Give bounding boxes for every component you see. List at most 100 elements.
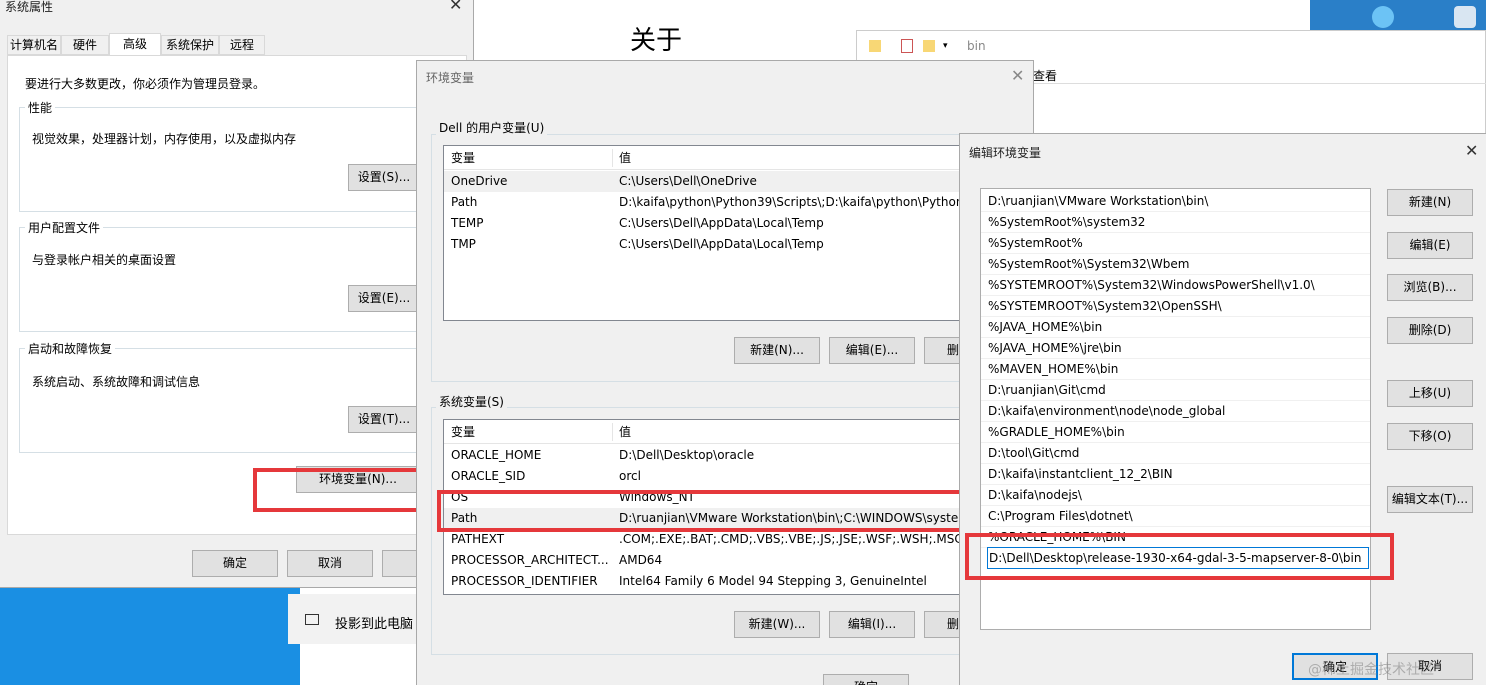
desktop-icon-app (1454, 6, 1476, 28)
list-item[interactable]: %SystemRoot%\System32\Wbem (981, 254, 1370, 275)
tab-panel: 要进行大多数更改，你必须作为管理员登录。 性能 视觉效果，处理器计划，内存使用，… (7, 55, 467, 535)
list-item[interactable]: %JAVA_HOME%\bin (981, 317, 1370, 338)
row-name: PROCESSOR_IDENTIFIER (451, 574, 598, 588)
project-label: 投影到此电脑 (335, 617, 414, 632)
tab-remote[interactable]: 远程 (219, 35, 265, 55)
table-row[interactable]: OneDrive C:\Users\Dell\OneDrive (444, 171, 1012, 192)
env-vars-ok-button[interactable]: 确定 (823, 674, 909, 685)
desktop-icon-globe (1372, 6, 1394, 28)
col-var-header[interactable]: 变量 (451, 146, 475, 170)
list-item[interactable]: D:\kaifa\environment\node\node_global (981, 401, 1370, 422)
row-value: C:\Users\Dell\OneDrive (619, 174, 757, 188)
system-vars-header: 变量 值 (444, 420, 1012, 444)
table-row[interactable]: PROCESSOR_IDENTIFIER Intel64 Family 6 Mod… (444, 571, 1012, 592)
row-value: C:\Users\Dell\AppData\Local\Temp (619, 237, 824, 251)
row-value: D:\Dell\Desktop\oracle (619, 448, 755, 462)
user-edit-button[interactable]: 编辑(E)... (829, 337, 915, 364)
environment-variables-dialog: 环境变量 ✕ Dell 的用户变量(U) 变量 值 OneDrive C:\Use… (416, 60, 1034, 685)
close-icon[interactable]: ✕ (1465, 143, 1478, 159)
system-new-button[interactable]: 新建(W)... (734, 611, 820, 638)
table-row[interactable]: TMP C:\Users\Dell\AppData\Local\Temp (444, 234, 1012, 255)
edit-env-title: 编辑环境变量 (969, 146, 1042, 160)
user-vars-header: 变量 值 (444, 146, 1012, 170)
sys-props-title: 系统属性 (5, 0, 54, 14)
user-new-button[interactable]: 新建(N)... (734, 337, 820, 364)
list-item[interactable]: D:\tool\Git\cmd (981, 443, 1370, 464)
close-icon[interactable]: ✕ (449, 0, 462, 13)
project-to-pc-item[interactable]: 投影到此电脑 (288, 594, 428, 644)
edit-edit-button[interactable]: 编辑(E) (1387, 232, 1473, 259)
edit-new-button[interactable]: 新建(N) (1387, 189, 1473, 216)
user-profile-settings-button[interactable]: 设置(E)... (348, 285, 420, 312)
col-val-header[interactable]: 值 (619, 420, 631, 444)
watermark: @稀土掘金技术社区 (1308, 662, 1434, 678)
user-vars-table[interactable]: 变量 值 OneDrive C:\Users\Dell\OneDrive Path… (443, 145, 1013, 321)
highlight-new-path (965, 533, 1394, 580)
startup-recovery-desc: 系统启动、系统故障和调试信息 (32, 375, 201, 389)
properties-icon (901, 39, 913, 53)
list-item[interactable]: %SystemRoot%\system32 (981, 212, 1370, 233)
table-row[interactable]: ORACLE_SID orcl (444, 466, 1012, 487)
table-row[interactable]: Path D:\kaifa\python\Python39\Scripts\;D:… (444, 192, 1012, 213)
list-item[interactable]: D:\kaifa\instantclient_12_2\BIN (981, 464, 1370, 485)
table-row[interactable]: PATHEXT .COM;.EXE;.BAT;.CMD;.VBS;.VBE;.JS… (444, 529, 1012, 550)
about-heading: 关于 (630, 26, 683, 56)
table-row[interactable]: PROCESSOR_ARCHITECT... AMD64 (444, 550, 1012, 571)
list-item[interactable]: %SYSTEMROOT%\System32\WindowsPowerShell\… (981, 275, 1370, 296)
table-row[interactable]: ORACLE_HOME D:\Dell\Desktop\oracle (444, 445, 1012, 466)
dropdown-icon[interactable]: ▾ (943, 41, 948, 51)
move-down-button[interactable]: 下移(O) (1387, 423, 1473, 450)
sys-props-ok-button[interactable]: 确定 (192, 550, 278, 577)
highlight-path-row (437, 490, 979, 532)
folder-icon (869, 40, 881, 52)
user-vars-label: Dell 的用户变量(U) (436, 119, 548, 136)
list-item[interactable]: %SystemRoot% (981, 233, 1370, 254)
sys-props-cancel-button[interactable]: 取消 (287, 550, 373, 577)
row-name: ORACLE_SID (451, 469, 526, 483)
row-value: Intel64 Family 6 Model 94 Stepping 3, Ge… (619, 574, 927, 588)
table-row[interactable]: TEMP C:\Users\Dell\AppData\Local\Temp (444, 213, 1012, 234)
row-name: Path (451, 195, 478, 209)
row-value: D:\kaifa\python\Python39\Scripts\;D:\kai… (619, 195, 979, 209)
edit-browse-button[interactable]: 浏览(B)... (1387, 274, 1473, 301)
close-icon[interactable]: ✕ (1011, 68, 1024, 84)
list-item[interactable]: C:\Program Files\dotnet\ (981, 506, 1370, 527)
performance-label: 性能 (25, 99, 56, 116)
col-separator (612, 423, 613, 441)
tab-system-protection[interactable]: 系统保护 (161, 35, 219, 55)
col-var-header[interactable]: 变量 (451, 420, 475, 444)
list-item[interactable]: D:\ruanjian\Git\cmd (981, 380, 1370, 401)
row-name: ORACLE_HOME (451, 448, 542, 462)
user-profile-desc: 与登录帐户相关的桌面设置 (32, 253, 177, 267)
startup-recovery-settings-button[interactable]: 设置(T)... (348, 406, 420, 433)
row-value: C:\Users\Dell\AppData\Local\Temp (619, 216, 824, 230)
list-item[interactable]: %MAVEN_HOME%\bin (981, 359, 1370, 380)
col-val-header[interactable]: 值 (619, 146, 631, 170)
edit-delete-button[interactable]: 删除(D) (1387, 317, 1473, 344)
list-item[interactable]: D:\kaifa\nodejs\ (981, 485, 1370, 506)
system-edit-button[interactable]: 编辑(I)... (829, 611, 915, 638)
performance-desc: 视觉效果，处理器计划，内存使用，以及虚拟内存 (32, 132, 297, 146)
admin-note: 要进行大多数更改，你必须作为管理员登录。 (25, 77, 266, 91)
row-value: .COM;.EXE;.BAT;.CMD;.VBS;.VBE;.JS;.JSE;.… (619, 532, 963, 546)
list-item[interactable]: %GRADLE_HOME%\bin (981, 422, 1370, 443)
edit-text-button[interactable]: 编辑文本(T)... (1387, 486, 1473, 513)
move-up-button[interactable]: 上移(U) (1387, 380, 1473, 407)
performance-settings-button[interactable]: 设置(S)... (348, 164, 420, 191)
list-item[interactable]: %SYSTEMROOT%\System32\OpenSSH\ (981, 296, 1370, 317)
row-name: TEMP (451, 216, 484, 230)
user-profile-label: 用户配置文件 (25, 219, 104, 236)
desktop-background (0, 585, 300, 685)
tab-hardware[interactable]: 硬件 (61, 35, 109, 55)
list-item[interactable]: %JAVA_HOME%\jre\bin (981, 338, 1370, 359)
list-item[interactable]: D:\ruanjian\VMware Workstation\bin\ (981, 191, 1370, 212)
row-value: AMD64 (619, 553, 663, 567)
row-name: PATHEXT (451, 532, 505, 546)
tab-advanced[interactable]: 高级 (109, 33, 161, 56)
row-name: PROCESSOR_ARCHITECT... (451, 553, 609, 567)
row-value: orcl (619, 469, 641, 483)
tab-computer-name[interactable]: 计算机名 (7, 35, 61, 55)
explorer-view-menu[interactable]: 查看 (1033, 67, 1057, 84)
project-icon (305, 614, 319, 625)
system-vars-label: 系统变量(S) (436, 393, 507, 410)
